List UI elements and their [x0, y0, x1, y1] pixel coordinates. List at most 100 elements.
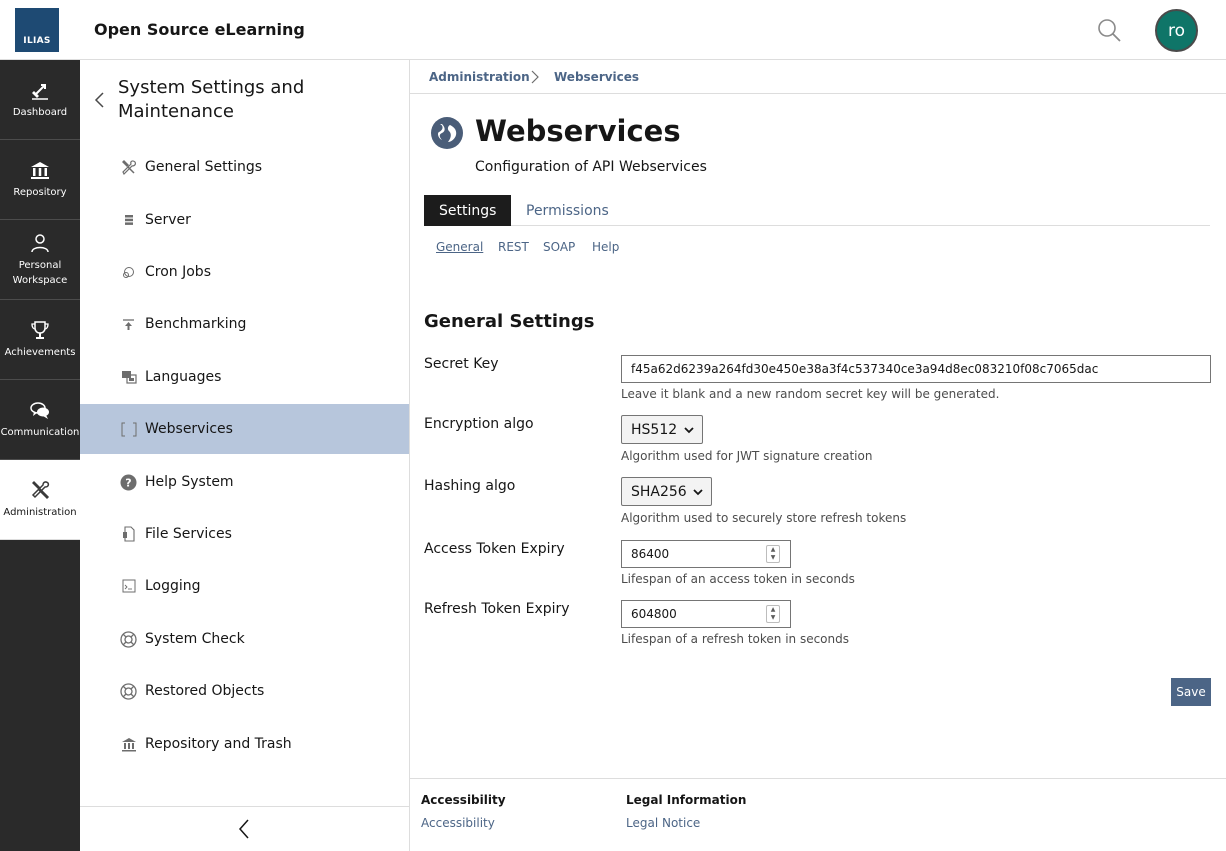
refresh-token-expiry-label: Refresh Token Expiry — [424, 601, 570, 617]
languages-icon — [120, 369, 137, 386]
stepper-up-icon: ▲ — [770, 546, 776, 553]
breadcrumb-webservices[interactable]: Webservices — [554, 70, 639, 84]
slate-item-general-settings[interactable]: General Settings — [80, 142, 409, 192]
slate-item-label: Logging — [145, 578, 201, 594]
dashboard-icon — [32, 84, 48, 100]
slate-item-help-system[interactable]: ? Help System — [80, 457, 409, 507]
collapse-slate-button[interactable] — [80, 806, 409, 851]
encryption-algo-label: Encryption algo — [424, 416, 534, 432]
footer-accessibility-heading: Accessibility — [421, 793, 506, 807]
webservices-icon — [120, 421, 137, 438]
slate-item-server[interactable]: Server — [80, 195, 409, 245]
breadcrumb-administration[interactable]: Administration — [429, 70, 530, 84]
mainbar-label: Repository — [13, 187, 67, 198]
slate-item-system-check[interactable]: System Check — [80, 614, 409, 664]
back-icon[interactable] — [92, 90, 108, 110]
footer-legal-notice-link[interactable]: Legal Notice — [626, 816, 700, 830]
input-value: 86400 — [631, 547, 670, 561]
mainbar-item-achievements[interactable]: Achievements — [0, 300, 80, 380]
input-value: 604800 — [631, 607, 677, 621]
slate-item-label: Webservices — [145, 421, 233, 437]
access-token-expiry-input[interactable]: 86400 ▲ ▼ — [621, 540, 791, 568]
number-stepper[interactable]: ▲ ▼ — [766, 545, 780, 563]
save-button[interactable]: Save — [1171, 678, 1211, 706]
slate-item-label: Repository and Trash — [145, 736, 292, 752]
breadcrumb: Administration Webservices — [410, 60, 1226, 94]
mainbar-label: Personal Workspace — [13, 258, 68, 288]
main-bar: Dashboard Repository Personal Workspace A… — [0, 60, 80, 851]
subtab-help[interactable]: Help — [592, 240, 619, 254]
person-icon — [31, 233, 49, 252]
footer-accessibility-link[interactable]: Accessibility — [421, 816, 495, 830]
repository-icon — [31, 162, 49, 179]
slate-item-logging[interactable]: Logging — [80, 561, 409, 611]
slate-item-languages[interactable]: Languages — [80, 352, 409, 402]
slate-item-label: Cron Jobs — [145, 264, 211, 280]
tab-settings[interactable]: Settings — [424, 195, 512, 226]
hashing-algo-label: Hashing algo — [424, 478, 516, 494]
trophy-icon — [31, 321, 49, 339]
slate-item-label: Benchmarking — [145, 316, 247, 332]
slate-item-label: Restored Objects — [145, 683, 265, 699]
mainbar-item-administration[interactable]: Administration — [0, 460, 80, 540]
ilias-logo[interactable]: ILIAS — [15, 8, 59, 52]
subtab-rest[interactable]: REST — [498, 240, 529, 254]
hashing-algo-select[interactable]: SHA256 — [621, 477, 712, 506]
mainbar-item-personal-workspace[interactable]: Personal Workspace — [0, 220, 80, 300]
slate-item-cron-jobs[interactable]: Cron Jobs — [80, 247, 409, 297]
mainbar-item-repository[interactable]: Repository — [0, 140, 80, 220]
chevron-left-icon — [238, 819, 249, 839]
mainbar-label-line2: Workspace — [12, 274, 68, 286]
repository-icon — [120, 736, 137, 753]
lifebuoy-icon — [120, 630, 137, 648]
slate-panel: System Settings and Maintenance General … — [80, 60, 410, 851]
tools-icon — [31, 481, 50, 500]
slate-item-file-services[interactable]: File Services — [80, 509, 409, 559]
site-title: Open Source eLearning — [94, 20, 305, 39]
subtab-general[interactable]: General — [436, 240, 483, 254]
svg-text:?: ? — [125, 476, 131, 489]
logging-icon — [120, 578, 137, 595]
slate-item-label: System Check — [145, 631, 245, 647]
slate-item-label: Languages — [145, 369, 222, 385]
page-footer: Accessibility Accessibility Legal Inform… — [410, 778, 1226, 851]
page-description: Configuration of API Webservices — [475, 159, 707, 175]
mainbar-item-dashboard[interactable]: Dashboard — [0, 60, 80, 140]
stepper-up-icon: ▲ — [770, 606, 776, 613]
page-title: Webservices — [475, 114, 681, 148]
refresh-token-expiry-input[interactable]: 604800 ▲ ▼ — [621, 600, 791, 628]
slate-item-benchmarking[interactable]: Benchmarking — [80, 299, 409, 349]
subtab-soap[interactable]: SOAP — [543, 240, 575, 254]
select-value: SHA256 — [631, 483, 687, 500]
tools-icon — [120, 159, 137, 176]
benchmark-icon — [120, 316, 137, 333]
refresh-token-expiry-byline: Lifespan of a refresh token in seconds — [621, 632, 849, 646]
mainbar-label: Administration — [3, 507, 77, 518]
chat-icon — [30, 402, 49, 419]
secret-key-input[interactable] — [621, 355, 1211, 383]
number-stepper[interactable]: ▲ ▼ — [766, 605, 780, 623]
slate-item-restored-objects[interactable]: Restored Objects — [80, 666, 409, 716]
help-icon: ? — [120, 474, 137, 491]
user-avatar[interactable]: ro — [1155, 9, 1198, 52]
webservices-globe-icon — [431, 117, 463, 149]
slate-item-webservices[interactable]: Webservices — [80, 404, 409, 454]
access-token-expiry-byline: Lifespan of an access token in seconds — [621, 572, 855, 586]
mainbar-label: Achievements — [4, 347, 76, 358]
slate-item-label: General Settings — [145, 159, 263, 175]
mainbar-label: Dashboard — [12, 107, 68, 118]
mainbar-item-communication[interactable]: Communication — [0, 380, 80, 460]
chevron-down-icon — [684, 427, 694, 434]
stepper-down-icon: ▼ — [770, 554, 776, 561]
server-icon — [120, 212, 137, 229]
slate-item-repository-trash[interactable]: Repository and Trash — [80, 719, 409, 769]
slate-item-label: File Services — [145, 526, 232, 542]
secret-key-byline: Leave it blank and a new random secret k… — [621, 387, 1000, 401]
chevron-down-icon — [693, 489, 703, 496]
mainbar-label-line1: Personal — [18, 259, 62, 271]
encryption-algo-select[interactable]: HS512 — [621, 415, 703, 444]
tab-bar: Settings Permissions — [424, 195, 1210, 226]
tab-permissions[interactable]: Permissions — [511, 195, 624, 226]
select-value: HS512 — [631, 421, 678, 438]
search-icon[interactable] — [1096, 17, 1122, 43]
